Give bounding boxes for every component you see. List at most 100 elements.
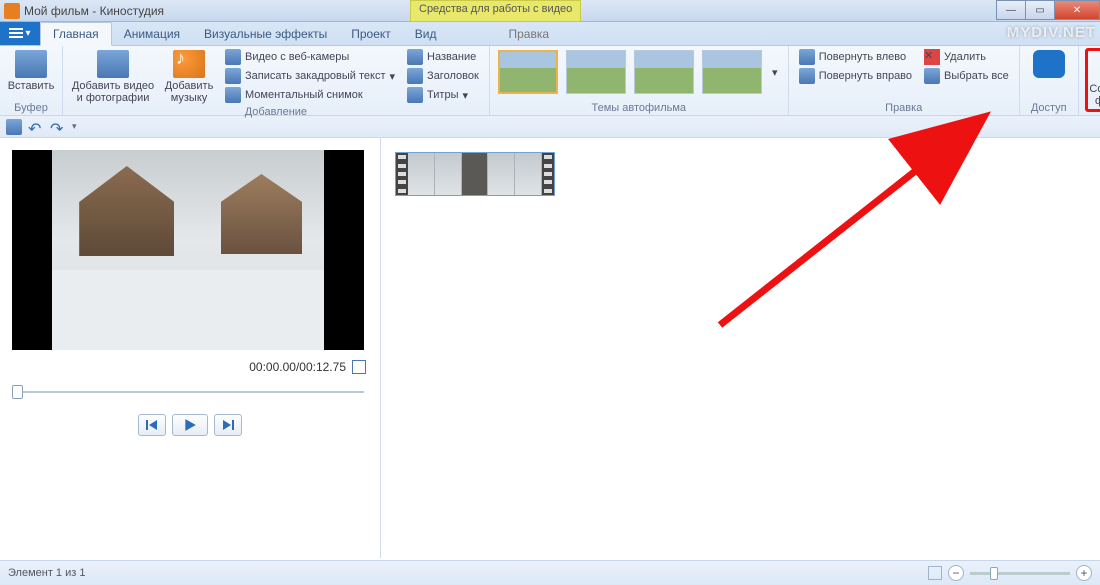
- add-video-photos-button[interactable]: Добавить видео и фотографии: [69, 48, 157, 106]
- timecode-row: 00:00.00/00:12.75: [12, 356, 368, 378]
- zoom-controls: − +: [928, 565, 1092, 581]
- themes-more-button[interactable]: ▾: [768, 66, 782, 79]
- snapshot-label: Моментальный снимок: [245, 89, 363, 101]
- fullscreen-icon[interactable]: [352, 360, 366, 374]
- credits-label: Титры: [427, 89, 458, 101]
- theme-thumbnail-4[interactable]: [702, 50, 762, 94]
- prev-frame-button[interactable]: [138, 414, 166, 436]
- timeline-pane[interactable]: [380, 138, 1100, 558]
- close-button[interactable]: ✕: [1054, 0, 1100, 20]
- group-editing-label: Правка: [795, 102, 1013, 115]
- timecode-text: 00:00.00/00:12.75: [249, 360, 346, 374]
- title-icon: [407, 49, 423, 65]
- rotate-right-button[interactable]: Повернуть вправо: [795, 67, 916, 85]
- caption-icon: [407, 68, 423, 84]
- file-menu-button[interactable]: ▾: [0, 21, 40, 45]
- tab-animation[interactable]: Анимация: [112, 23, 192, 45]
- zoom-out-button[interactable]: −: [948, 565, 964, 581]
- quick-access-toolbar: ↶ ↷ ▾: [0, 116, 1100, 138]
- preview-pane: 00:00.00/00:12.75: [0, 138, 380, 558]
- window-titlebar: Мой фильм - Киностудия Средства для рабо…: [0, 0, 1100, 22]
- rotate-right-icon: [799, 68, 815, 84]
- paste-button[interactable]: Вставить: [6, 48, 56, 94]
- video-preview[interactable]: [12, 150, 364, 350]
- delete-button[interactable]: ✕ Удалить: [920, 48, 1013, 66]
- undo-icon[interactable]: ↶: [28, 119, 44, 135]
- maximize-button[interactable]: ▭: [1025, 0, 1055, 20]
- snapshot-button[interactable]: Моментальный снимок: [221, 86, 399, 104]
- group-share: Доступ: [1020, 46, 1079, 115]
- add-stack-1: Видео с веб-камеры Записать закадровый т…: [221, 48, 399, 104]
- zoom-in-button[interactable]: +: [1076, 565, 1092, 581]
- select-all-button[interactable]: Выбрать все: [920, 67, 1013, 85]
- credits-icon: [407, 87, 423, 103]
- theme-thumbnail-3[interactable]: [634, 50, 694, 94]
- group-editing: Повернуть влево Повернуть вправо ✕ Удалит…: [789, 46, 1020, 115]
- webcam-icon: [225, 49, 241, 65]
- select-all-label: Выбрать все: [944, 70, 1009, 82]
- group-add: Добавить видео и фотографии Добавить муз…: [63, 46, 490, 115]
- delete-label: Удалить: [944, 51, 986, 63]
- theme-thumbnail-2[interactable]: [566, 50, 626, 94]
- next-frame-button[interactable]: [214, 414, 242, 436]
- caption-label: Заголовок: [427, 70, 479, 82]
- onedrive-button[interactable]: [1026, 48, 1072, 80]
- tab-home[interactable]: Главная: [40, 22, 112, 46]
- credits-button[interactable]: Титры ▾: [403, 86, 483, 104]
- cloud-icon: [1033, 50, 1065, 78]
- tab-view[interactable]: Вид: [403, 23, 449, 45]
- group-buffer-label: Буфер: [6, 102, 56, 115]
- save-movie-button[interactable]: Сохранить фильм ▾: [1085, 48, 1100, 112]
- seek-track: [12, 391, 364, 393]
- caption-button[interactable]: Заголовок: [403, 67, 483, 85]
- snapshot-icon: [225, 87, 241, 103]
- watermark: MYDIV.NET: [1007, 24, 1096, 41]
- add-music-button[interactable]: Добавить музыку: [161, 48, 217, 106]
- filmstrip-left: [396, 153, 408, 195]
- redo-icon[interactable]: ↷: [50, 119, 66, 135]
- narration-label: Записать закадровый текст: [245, 70, 386, 82]
- seek-thumb[interactable]: [12, 385, 23, 399]
- main-area: 00:00.00/00:12.75: [0, 138, 1100, 558]
- minimize-button[interactable]: —: [996, 0, 1026, 20]
- qat-customize[interactable]: ▾: [72, 121, 77, 132]
- transport-controls: [12, 414, 368, 436]
- narration-button[interactable]: Записать закадровый текст ▾: [221, 67, 399, 85]
- window-controls: — ▭ ✕: [997, 0, 1100, 20]
- group-add-label: Добавление: [69, 106, 483, 119]
- theme-thumbnail-1[interactable]: [498, 50, 558, 94]
- music-note-icon: [173, 50, 205, 78]
- tab-edit[interactable]: Правка: [496, 23, 561, 45]
- filmstrip-right: [542, 153, 554, 195]
- title-button[interactable]: Название: [403, 48, 483, 66]
- tab-visual-effects[interactable]: Визуальные эффекты: [192, 23, 339, 45]
- app-icon: [4, 3, 20, 19]
- seek-bar[interactable]: [12, 388, 364, 396]
- add-media-icon: [97, 50, 129, 78]
- paste-label: Вставить: [8, 80, 55, 92]
- group-share-label: Доступ: [1026, 102, 1072, 115]
- zoom-thumb[interactable]: [990, 567, 998, 580]
- group-save: Сохранить фильм ▾: [1079, 46, 1100, 115]
- microphone-icon: [225, 68, 241, 84]
- zoom-slider[interactable]: [970, 572, 1070, 575]
- rotate-left-label: Повернуть влево: [819, 51, 906, 63]
- status-text: Элемент 1 из 1: [8, 567, 85, 579]
- play-button[interactable]: [172, 414, 208, 436]
- group-buffer: Вставить Буфер: [0, 46, 63, 115]
- ribbon: Вставить Буфер Добавить видео и фотограф…: [0, 46, 1100, 116]
- title-label: Название: [427, 51, 476, 63]
- save-movie-label: Сохранить фильм ▾: [1089, 83, 1100, 107]
- tab-project[interactable]: Проект: [339, 23, 403, 45]
- thumbnail-view-icon[interactable]: [928, 566, 942, 580]
- delete-icon: ✕: [924, 49, 940, 65]
- webcam-label: Видео с веб-камеры: [245, 51, 349, 63]
- ribbon-tabs: ▾ Главная Анимация Визуальные эффекты Пр…: [0, 22, 1100, 46]
- rotate-stack: Повернуть влево Повернуть вправо: [795, 48, 916, 85]
- rotate-left-button[interactable]: Повернуть влево: [795, 48, 916, 66]
- rotate-right-label: Повернуть вправо: [819, 70, 912, 82]
- webcam-button[interactable]: Видео с веб-камеры: [221, 48, 399, 66]
- timeline-clip[interactable]: [395, 152, 555, 196]
- add-video-photos-label: Добавить видео и фотографии: [71, 80, 155, 104]
- save-icon[interactable]: [6, 119, 22, 135]
